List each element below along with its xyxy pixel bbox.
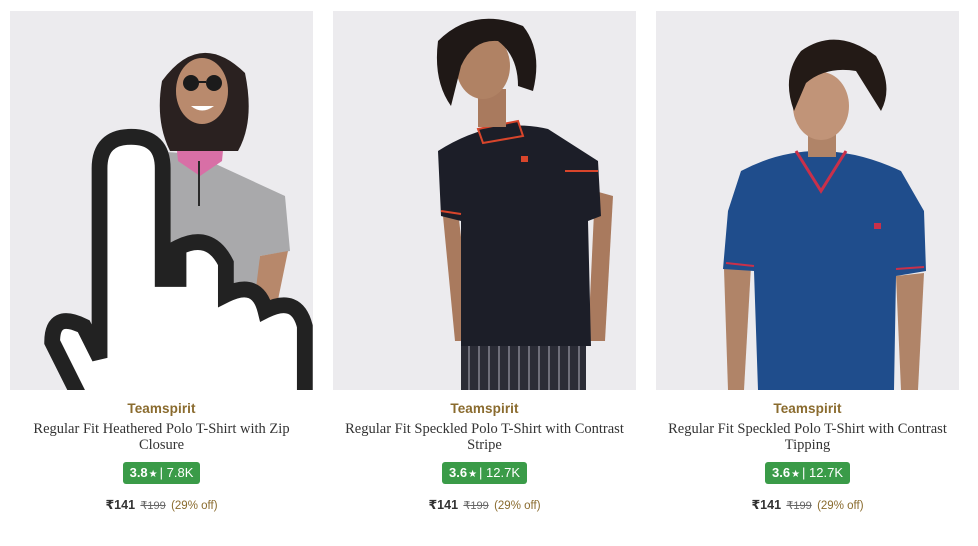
- star-icon: ★: [468, 469, 478, 480]
- rating-score: 3.8: [129, 465, 148, 480]
- brand-name: Teamspirit: [450, 401, 519, 416]
- brand-name: Teamspirit: [127, 401, 196, 416]
- discount-text: (29% off): [817, 500, 864, 512]
- discount-text: (29% off): [494, 500, 541, 512]
- price: ₹141: [105, 498, 136, 512]
- product-title[interactable]: Regular Fit Speckled Polo T-Shirt with C…: [333, 421, 636, 453]
- price-row: ₹141 ₹199 (29% off): [10, 497, 313, 512]
- rating-count: 7.8K: [166, 465, 194, 480]
- mrp-strikethrough: ₹199: [786, 500, 812, 512]
- product-image[interactable]: [333, 11, 636, 390]
- hand-pointer-icon: [44, 128, 313, 390]
- price: ₹141: [428, 498, 459, 512]
- rating-count: 12.7K: [809, 465, 844, 480]
- rating-score: 3.6: [448, 465, 468, 480]
- model-photo: [333, 11, 636, 390]
- star-icon: ★: [791, 469, 801, 480]
- product-title[interactable]: Regular Fit Heathered Polo T-Shirt with …: [10, 421, 313, 453]
- product-title[interactable]: Regular Fit Speckled Polo T-Shirt with C…: [656, 421, 959, 453]
- product-card[interactable]: Teamspirit Regular Fit Heathered Polo T-…: [10, 11, 313, 531]
- model-photo: [656, 11, 959, 390]
- mrp-strikethrough: ₹199: [140, 500, 166, 512]
- brand-name: Teamspirit: [773, 401, 842, 416]
- product-grid: Teamspirit Regular Fit Heathered Polo T-…: [0, 0, 978, 546]
- rating-badge: 3.8★ | 7.8K: [122, 462, 201, 484]
- rating-count: 12.7K: [486, 465, 521, 480]
- star-icon: ★: [148, 469, 158, 480]
- rating-badge: 3.6★ | 12.7K: [441, 462, 528, 484]
- product-image[interactable]: [10, 11, 313, 390]
- mrp-strikethrough: ₹199: [463, 500, 489, 512]
- product-image[interactable]: [656, 11, 959, 390]
- rating-score: 3.6: [771, 465, 791, 480]
- discount-text: (29% off): [171, 500, 218, 512]
- product-card[interactable]: Teamspirit Regular Fit Speckled Polo T-S…: [333, 11, 636, 531]
- price: ₹141: [751, 498, 782, 512]
- price-row: ₹141 ₹199 (29% off): [656, 497, 959, 512]
- rating-badge: 3.6★ | 12.7K: [764, 462, 851, 484]
- product-card[interactable]: Teamspirit Regular Fit Speckled Polo T-S…: [656, 11, 959, 531]
- price-row: ₹141 ₹199 (29% off): [333, 497, 636, 512]
